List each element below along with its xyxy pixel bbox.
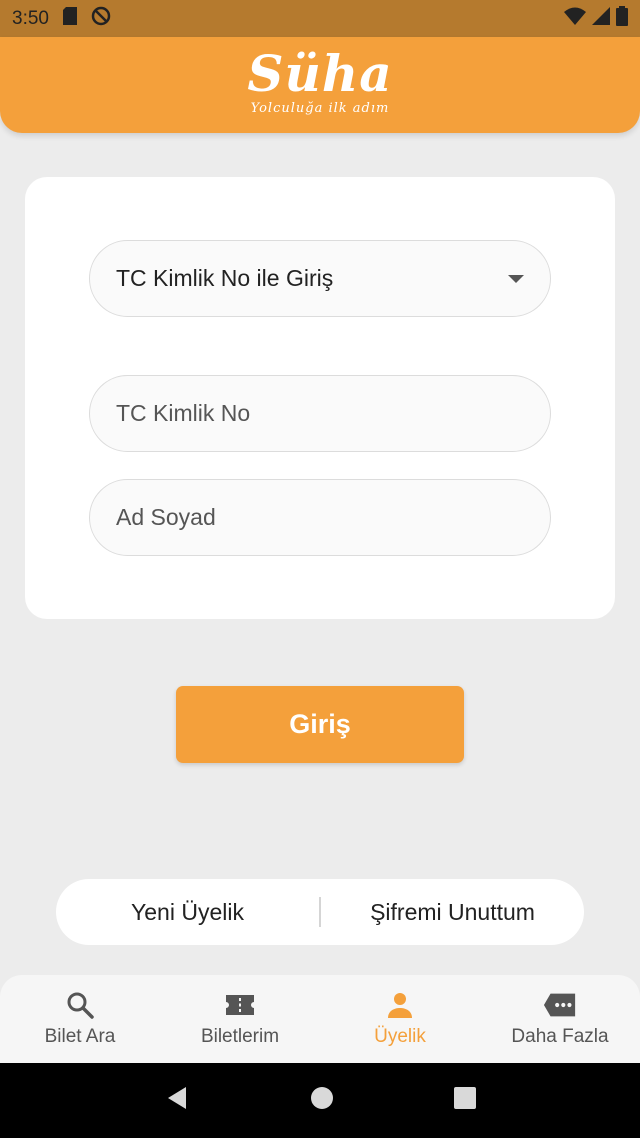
login-button[interactable]: Giriş [176,686,464,763]
nav-item-daha-fazla[interactable]: Daha Fazla [480,975,640,1063]
dropdown-arrow-icon [508,274,524,283]
nav-label: Daha Fazla [511,1026,609,1047]
nav-item-biletlerim[interactable]: Biletlerim [160,975,320,1063]
ticket-icon [223,990,257,1020]
tc-kimlik-placeholder: TC Kimlik No [116,400,251,426]
wifi-icon [564,7,586,31]
logo-subtitle: Yolculuğa ilk adım [250,100,390,116]
nav-label: Biletlerim [200,1026,280,1047]
search-icon [63,990,97,1020]
ad-soyad-input[interactable]: Ad Soyad [89,479,551,556]
home-icon[interactable] [310,1086,334,1115]
status-time: 3:50 [12,7,49,29]
more-tag-icon [543,990,577,1020]
nav-label: Üyelik [374,1026,426,1047]
nav-item-bilet-ara[interactable]: Bilet Ara [0,975,160,1063]
recents-icon[interactable] [454,1087,476,1114]
tc-kimlik-input[interactable]: TC Kimlik No [89,375,551,452]
battery-icon [616,5,628,32]
ad-soyad-placeholder: Ad Soyad [116,504,216,530]
system-navigation-bar [0,1063,640,1138]
back-icon[interactable] [164,1085,190,1116]
nav-item-uyelik[interactable]: Üyelik [320,975,480,1063]
signal-icon [592,6,610,31]
status-bar: 3:50 [0,0,640,37]
app-header: Süha Yolculuğa ilk adım [0,37,640,133]
register-link[interactable]: Yeni Üyelik [56,899,319,926]
no-disturb-icon [91,6,111,32]
account-links: Yeni Üyelik Şifremi Unuttum [56,879,584,945]
forgot-password-link[interactable]: Şifremi Unuttum [321,899,584,926]
login-card: TC Kimlik No ile Giriş TC Kimlik No Ad S… [25,177,615,619]
bottom-navigation: Bilet Ara Biletlerim Üyelik Daha Fazla [0,975,640,1063]
sd-card-icon [62,6,77,31]
logo-title: Süha [247,43,393,103]
login-type-select[interactable]: TC Kimlik No ile Giriş [89,240,551,317]
login-type-value: TC Kimlik No ile Giriş [116,265,334,291]
nav-label: Bilet Ara [44,1026,116,1047]
person-icon [383,990,417,1020]
